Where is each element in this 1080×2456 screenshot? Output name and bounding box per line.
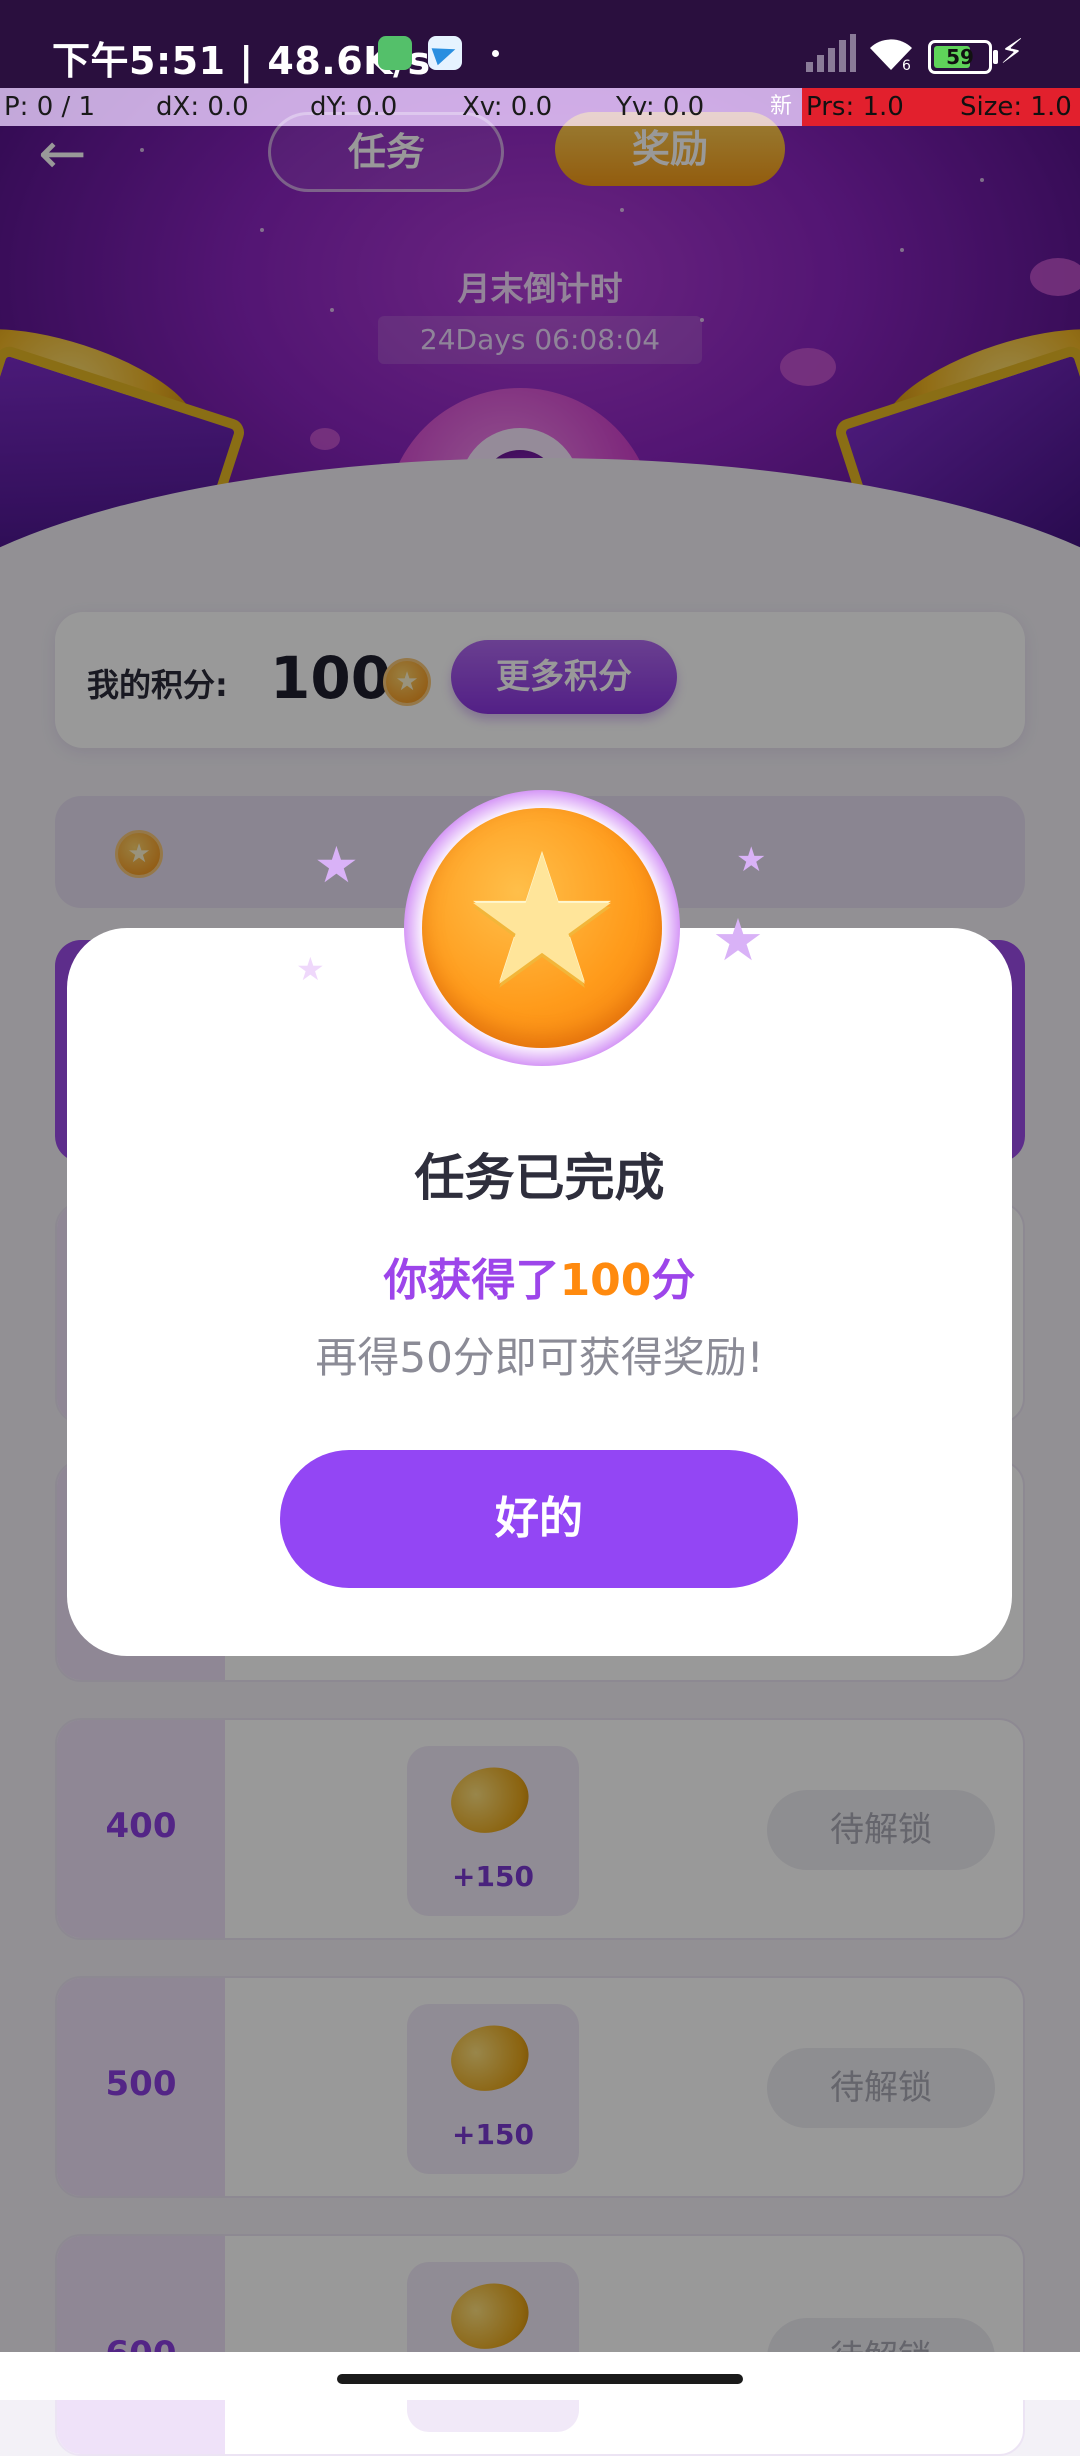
star-badge: ★	[404, 790, 680, 1066]
status-bar: 下午5:51 | 48.6K/s 6 59 ⚡	[0, 0, 1080, 88]
navigation-bar	[0, 2352, 1080, 2400]
debug-dy: dY: 0.0	[310, 92, 398, 122]
debug-dx: dX: 0.0	[156, 92, 249, 122]
debug-xv: Xv: 0.0	[462, 92, 553, 122]
pointer-debug-overlay: P: 0 / 1 dX: 0.0 dY: 0.0 Xv: 0.0 Yv: 0.0…	[0, 88, 1080, 126]
signal-icon	[806, 34, 856, 72]
svg-text:6: 6	[902, 58, 911, 72]
points-gained-text: 你获得了100分	[383, 1255, 696, 1306]
telegram-notification-icon	[428, 36, 462, 70]
ok-button[interactable]: 好的	[280, 1450, 798, 1588]
debug-pressure: Prs: 1.0	[802, 88, 956, 126]
star-icon: ★	[461, 817, 623, 1026]
battery-icon: 59	[928, 40, 998, 74]
more-notifications-dot	[492, 50, 499, 57]
status-time: 下午5:51 | 48.6K/s	[52, 39, 431, 83]
debug-pointer: P: 0 / 1	[4, 92, 96, 122]
dialog-title: 任务已完成	[414, 1149, 665, 1207]
debug-size: Size: 1.0	[956, 88, 1080, 126]
points-gained-amount: 100	[559, 1255, 652, 1306]
home-indicator[interactable]	[337, 2374, 743, 2384]
wifi-icon: 6	[870, 39, 912, 72]
debug-new-tag: 新	[770, 94, 793, 119]
dialog-hint: 再得50分即可获得奖励!	[315, 1333, 764, 1382]
sparkle-star-icon: ★	[736, 840, 767, 880]
charging-icon: ⚡	[1000, 32, 1024, 72]
debug-yv: Yv: 0.0	[616, 92, 705, 122]
sparkle-star-icon: ★	[314, 836, 359, 894]
sparkle-star-icon: ★	[296, 950, 325, 988]
android-notification-icon	[378, 36, 412, 70]
battery-level: 59	[946, 45, 974, 69]
sparkle-star-icon: ★	[712, 906, 764, 974]
